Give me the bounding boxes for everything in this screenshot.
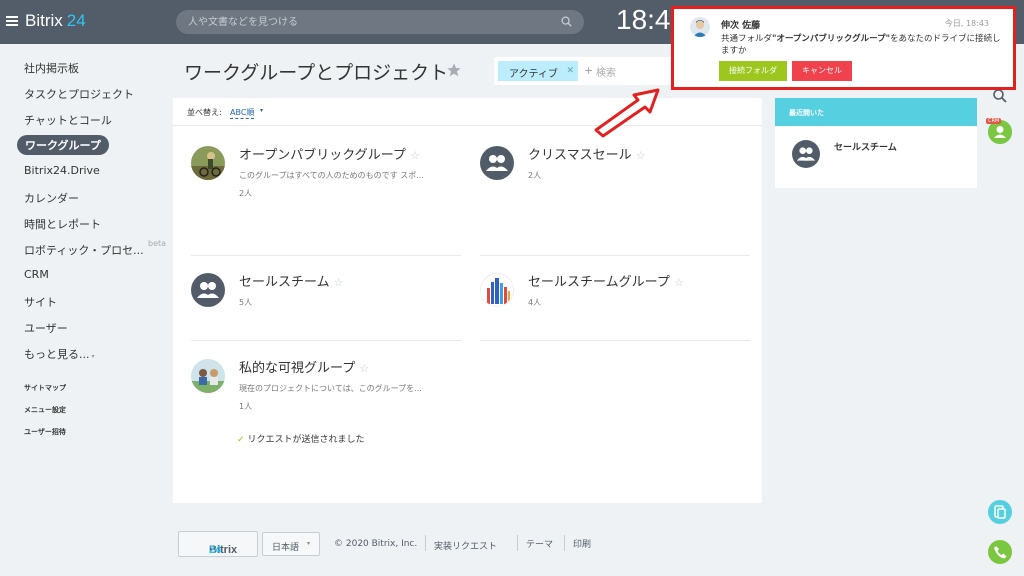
phone-icon[interactable] [988,540,1012,564]
sidebar-item-time-reports[interactable]: 時間とレポート [24,216,101,232]
chevron-down-icon: ▾ [307,540,311,547]
group-members: 2人 [239,189,253,198]
chevron-down-icon: ▾ [260,107,264,114]
connect-folder-button[interactable]: 接続フォルダ [719,61,787,81]
chevron-down-icon: ▾ [91,353,95,360]
star-icon[interactable] [446,62,462,78]
sidebar-menu-settings-link[interactable]: メニュー設定 [24,405,66,415]
print-link[interactable]: 印刷 [573,537,591,550]
page-title: ワークグループとプロジェクト [184,62,449,84]
beta-label: beta [148,239,167,248]
group-name[interactable]: オープンパブリックグループ ☆ [239,144,420,163]
annotation-arrow [594,88,660,138]
sidebar-item-more[interactable]: もっと見る... ▾ [24,346,95,362]
group-card[interactable]: セールスチームグループ ☆ 4人 [480,273,750,341]
group-avatar[interactable] [191,273,225,307]
language-select[interactable]: 日本語 ▾ [262,532,320,556]
sidebar-item-crm[interactable]: CRM [24,268,49,281]
open-lines-icon[interactable] [988,500,1012,524]
group-name[interactable]: セールスチームグループ ☆ [528,271,684,290]
copyright: © 2020 Bitrix, Inc. [334,539,418,549]
recent-item[interactable]: セールスチーム [834,140,897,153]
group-members: 2人 [528,171,542,180]
sidebar-item-news-feed[interactable]: 社内掲示板 [24,60,79,76]
sort-label: 並べ替え: [187,108,222,117]
footer-divider [425,535,426,551]
sidebar-invite-users-link[interactable]: ユーザー招待 [24,427,66,437]
theme-link[interactable]: テーマ [526,537,553,550]
recent-panel: 最近開いた セールスチーム [775,98,977,188]
notification-popup: 伸次 佐藤 今日, 18:43 共通フォルダ"オープンパブリックグループ"をあな… [671,6,1016,90]
sidebar-item-sites[interactable]: サイト [24,294,57,310]
sidebar-item-chat[interactable]: チャットとコール [24,112,112,128]
star-icon[interactable]: ☆ [674,276,684,289]
group-card[interactable]: セールスチーム ☆ 5人 [191,273,461,341]
sidebar-item-rpa[interactable]: ロボティック・プロセ... [24,242,144,258]
left-menu: 社内掲示板 タスクとプロジェクト チャットとコール ワークグループ Bitrix… [0,44,172,576]
group-name[interactable]: 私的な可視グループ ☆ [239,357,369,376]
group-avatar[interactable] [480,273,514,307]
menu-icon[interactable] [6,16,18,26]
users-icon [486,155,508,171]
group-avatar[interactable] [480,146,514,180]
star-icon[interactable]: ☆ [359,362,369,375]
sidebar-item-drive[interactable]: Bitrix24.Drive [24,164,100,177]
group-members: 4人 [528,298,542,307]
star-icon[interactable]: ☆ [334,276,344,289]
cancel-button[interactable]: キャンセル [792,61,852,81]
group-name[interactable]: セールスチーム ☆ [239,271,344,290]
group-avatar[interactable] [191,146,225,180]
sidebar-item-workgroups[interactable]: ワークグループ [17,135,109,155]
search-icon[interactable] [561,16,572,27]
sort-bar: 並べ替え: ABC順 ▾ [173,98,762,126]
footer-divider [517,535,518,551]
filter-search-box[interactable]: アクティブ ✕ + 検索 [494,57,682,85]
check-icon: ✓ [237,435,245,445]
close-icon[interactable]: ✕ [566,66,574,76]
group-avatar[interactable] [191,359,225,393]
group-description: このグループはすべての人のためのものです スポ... [239,171,424,180]
sidebar-sitemap-link[interactable]: サイトマップ [24,383,66,393]
notification-sender[interactable]: 伸次 佐藤 [721,18,760,31]
group-card[interactable]: クリスマスセール ☆ 2人 [480,146,750,256]
users-icon [197,282,219,298]
users-icon[interactable] [792,140,820,168]
group-members: 5人 [239,298,253,307]
plus-icon[interactable]: + [584,64,593,77]
notification-time: 今日, 18:43 [944,19,989,28]
avatar[interactable] [690,17,710,37]
group-card[interactable]: 私的な可視グループ ☆ 現在のプロジェクトについては、このグループを... 1人 [191,359,461,469]
sort-dropdown[interactable]: ABC順 [230,107,255,119]
sidebar-item-calendar[interactable]: カレンダー [24,190,79,206]
filter-tag-active[interactable]: アクティブ ✕ [498,61,578,81]
group-name[interactable]: クリスマスセール ☆ [528,144,646,163]
footer-logo[interactable]: Bitrix 24 [178,531,258,557]
crm-badge: CRM [986,118,1002,124]
sidebar-item-users[interactable]: ユーザー [24,320,68,336]
filter-search-input[interactable]: 検索 [596,64,616,79]
star-icon[interactable]: ☆ [410,149,420,162]
star-icon[interactable]: ☆ [636,149,646,162]
right-rail: CRM [978,44,1024,576]
group-card[interactable]: オープンパブリックグループ ☆ このグループはすべての人のためのものです スポ.… [191,146,461,256]
search-icon[interactable] [992,88,1008,104]
bitrix-logo[interactable]: Bitrix 24 [25,11,86,31]
feature-request-link[interactable]: 実装リクエスト [434,539,497,552]
sidebar-item-tasks[interactable]: タスクとプロジェクト [24,86,134,102]
recent-header: 最近開いた [775,98,977,126]
request-sent-status: ✓ リクエストが送信されました [237,435,365,445]
group-description: 現在のプロジェクトについては、このグループを... [239,384,422,393]
search-box[interactable] [176,10,584,34]
notification-text: 共通フォルダ"オープンパブリックグループ"をあなたのドライブに接続しますか [721,34,1001,56]
search-input[interactable] [188,14,558,30]
group-members: 1人 [239,402,253,411]
footer-divider [564,535,565,551]
